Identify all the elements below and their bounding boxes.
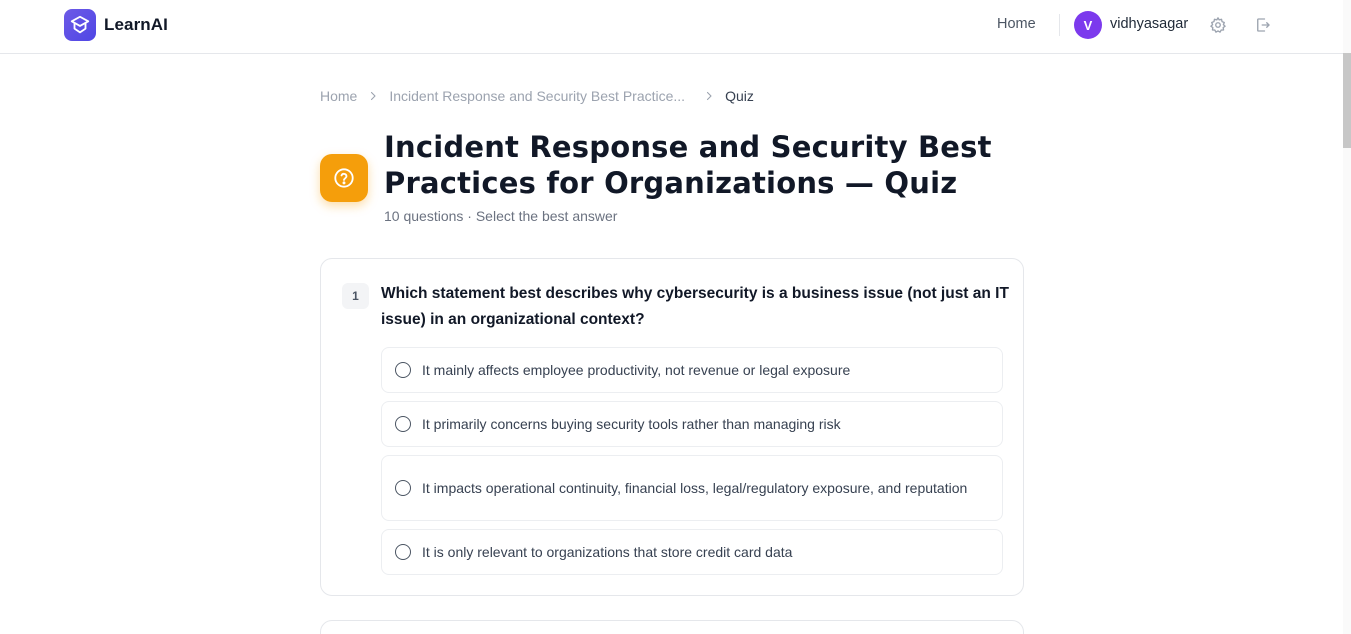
username[interactable]: vidhyasagar — [1110, 16, 1188, 32]
chevron-right-icon — [367, 90, 379, 102]
answer-option[interactable]: It mainly affects employee productivity,… — [381, 347, 1003, 393]
radio-button[interactable] — [395, 480, 411, 496]
answer-option-label: It impacts operational continuity, finan… — [422, 480, 968, 496]
answer-option[interactable]: It primarily concerns buying security to… — [381, 401, 1003, 447]
top-header: LearnAI Home V vidhyasagar — [0, 0, 1351, 54]
logout-button[interactable] — [1254, 16, 1272, 34]
radio-button[interactable] — [395, 362, 411, 378]
question-number: 1 — [342, 283, 369, 309]
radio-button[interactable] — [395, 544, 411, 560]
breadcrumb-home[interactable]: Home — [320, 88, 357, 104]
header-divider — [1059, 14, 1060, 36]
radio-button[interactable] — [395, 416, 411, 432]
logo-text: LearnAI — [104, 15, 168, 34]
page-scrollbar[interactable] — [1343, 0, 1351, 634]
graduation-cap-icon — [64, 9, 96, 41]
question-card-next — [320, 620, 1024, 634]
quiz-page: LearnAI Home V vidhyasagar Home Incident… — [0, 0, 1351, 634]
answer-option[interactable]: It impacts operational continuity, finan… — [381, 455, 1003, 521]
question-card: 1 Which statement best describes why cyb… — [320, 258, 1024, 596]
scrollbar-thumb[interactable] — [1343, 53, 1351, 148]
avatar[interactable]: V — [1074, 11, 1102, 39]
nav-home-link[interactable]: Home — [997, 16, 1036, 32]
settings-button[interactable] — [1209, 16, 1227, 34]
breadcrumb-current: Quiz — [725, 88, 754, 104]
question-circle-icon — [334, 168, 354, 188]
quiz-subtitle: 10 questions · Select the best answer — [384, 208, 618, 224]
answer-option-label: It mainly affects employee productivity,… — [422, 362, 851, 378]
gear-icon — [1210, 17, 1226, 33]
breadcrumb: Home Incident Response and Security Best… — [320, 88, 754, 104]
answer-option[interactable]: It is only relevant to organizations tha… — [381, 529, 1003, 575]
answer-option-label: It is only relevant to organizations tha… — [422, 544, 793, 560]
breadcrumb-course[interactable]: Incident Response and Security Best Prac… — [389, 88, 685, 104]
question-text: Which statement best describes why cyber… — [381, 285, 1009, 328]
logo-link[interactable]: LearnAI — [64, 9, 168, 41]
page-title: Incident Response and Security Best Prac… — [384, 130, 992, 200]
quiz-badge — [320, 154, 368, 202]
answer-option-label: It primarily concerns buying security to… — [422, 416, 841, 432]
avatar-initial: V — [1083, 17, 1093, 33]
chevron-right-icon — [703, 90, 715, 102]
logout-icon — [1257, 18, 1270, 32]
